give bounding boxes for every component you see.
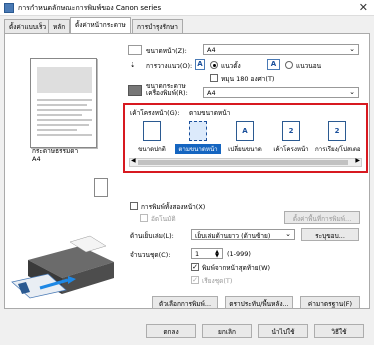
page-size-label: ขนาดหน้า(Z): — [146, 47, 187, 55]
media-size-value: A4 — [32, 155, 41, 163]
layout-fit-to-page[interactable]: ตามขนาดหน้า — [175, 121, 221, 161]
apply-button[interactable]: นำไปใช้ — [258, 324, 308, 338]
page-layout-label: เค้าโครงหน้า(G): — [130, 109, 180, 117]
print-last-page-label: พิมพ์จากหน้าสุดท้าย(W) — [202, 264, 271, 272]
layout-item-label: ขนาดปกติ — [138, 146, 166, 153]
rotate-180-checkbox[interactable] — [210, 74, 218, 82]
layout-normal-size[interactable]: ขนาดปกติ — [129, 121, 175, 161]
orientation-arrow-icon: ⇣ — [130, 61, 136, 69]
stamp-background-button[interactable]: ตราประทับ/พื้นหลัง... — [225, 296, 293, 309]
portrait-radio[interactable] — [210, 61, 218, 69]
page-size-select[interactable]: A4 ⌄ — [203, 44, 359, 55]
scrollbar-thumb[interactable] — [138, 160, 348, 165]
cancel-button[interactable]: ยกเลิก — [202, 324, 252, 338]
layout-item-label: ตามขนาดหน้า — [175, 144, 221, 154]
printer-illustration-icon — [11, 235, 114, 299]
layout-item-label: เปลี่ยนขนาด — [228, 146, 262, 153]
collate-checkbox[interactable]: ✓ — [191, 276, 199, 284]
print-last-page-checkbox[interactable]: ✓ — [191, 263, 199, 271]
title-bar: การกำหนดลักษณะการพิมพ์ของ Canon series ✕ — [0, 0, 374, 16]
copies-value: 1 — [195, 250, 200, 258]
binding-side-label: ด้านเย็บเล่ม(L): — [130, 232, 174, 240]
defaults-button[interactable]: ค่ามาตรฐาน(F) — [300, 296, 360, 309]
printer-paper-size-select[interactable]: A4 ⌄ — [203, 87, 359, 98]
auto-label: อัตโนมัติ — [151, 215, 176, 223]
landscape-radio[interactable] — [285, 61, 293, 69]
preview-text-line — [37, 119, 92, 121]
printer-app-icon — [4, 3, 14, 13]
landscape-icon: A — [267, 59, 280, 70]
print-options-button[interactable]: ตัวเลือกการพิมพ์... — [152, 296, 218, 309]
tab-main[interactable]: หลัก — [48, 19, 71, 33]
chevron-down-icon: ⌄ — [285, 230, 291, 238]
printer-paper-size-label: ขนาดกระดาษเครื่องพิมพ์(R): — [146, 82, 188, 97]
tab-bar: ตั้งค่าแบบเร็ว หลัก ตั้งค่าหน้ากระดาษ กา… — [4, 17, 204, 33]
duplex-checkbox[interactable] — [130, 202, 138, 210]
tab-page-setup[interactable]: ตั้งค่าหน้ากระดาษ — [70, 17, 131, 33]
layout-item-label: การเรียง/โปสเตอร์ — [315, 146, 360, 153]
binding-side-select[interactable]: เย็บเล่มด้านยาว (ด้านซ้าย) ⌄ — [191, 229, 295, 240]
normal-size-icon — [143, 121, 161, 141]
orientation-label: การวางแนว(O): — [146, 62, 193, 70]
preview-text-line — [37, 129, 77, 131]
page-layout-current: ตามขนาดหน้า — [189, 109, 231, 117]
paper-orientation-icon — [94, 178, 108, 197]
printer-paper-size-value: A4 — [207, 89, 216, 97]
auto-checkbox[interactable] — [140, 214, 148, 222]
copies-label: จำนวนชุด(C): — [130, 251, 171, 259]
chevron-down-icon: ⌄ — [349, 45, 355, 53]
page-size-icon — [128, 45, 142, 55]
scaled-icon: A — [236, 121, 254, 141]
page-layout-icon: 2 — [282, 121, 300, 141]
tab-maintenance[interactable]: การบำรุงรักษา — [132, 19, 183, 33]
duplex-label: การพิมพ์ทั้งสองหน้า(X) — [141, 203, 206, 211]
preview-text-line — [37, 134, 92, 136]
printer-paper-icon — [128, 85, 142, 96]
stepper-icon[interactable]: ▲ ▼ — [215, 250, 219, 259]
copies-range: (1-999) — [227, 250, 251, 258]
layout-scaled[interactable]: A เปลี่ยนขนาด — [222, 121, 268, 161]
ok-button[interactable]: ตกลง — [146, 324, 196, 338]
portrait-label: แนวตั้ง — [221, 62, 241, 70]
layout-page-layout[interactable]: 2 เค้าโครงหน้า — [268, 121, 314, 161]
specify-margin-button[interactable]: ระบุขอบ... — [301, 228, 359, 241]
page-preview — [30, 58, 97, 148]
collate-label: เรียงชุด(T) — [202, 277, 233, 285]
tiling-poster-icon: 2 — [328, 121, 346, 141]
landscape-label: แนวนอน — [296, 62, 322, 70]
chevron-down-icon: ⌄ — [349, 88, 355, 96]
window-title: การกำหนดลักษณะการพิมพ์ของ Canon series — [18, 4, 162, 12]
print-area-setup-button[interactable]: ตั้งค่าพื้นที่การพิมพ์... — [284, 211, 360, 224]
rotate-180-label: หมุน 180 องศา(T) — [221, 75, 275, 83]
layout-scrollbar[interactable]: ◀ ▶ — [129, 157, 362, 167]
fit-to-page-icon — [189, 121, 207, 141]
preview-text-line — [37, 104, 87, 106]
layout-item-label: เค้าโครงหน้า — [273, 146, 309, 153]
layout-tiling-poster[interactable]: 2 การเรียง/โปสเตอร์ — [314, 121, 360, 161]
scroll-right-icon[interactable]: ▶ — [355, 157, 360, 164]
help-button[interactable]: วิธีใช้ — [314, 324, 364, 338]
preview-text-line — [37, 114, 82, 116]
scroll-left-icon[interactable]: ◀ — [131, 157, 136, 164]
copies-input[interactable]: 1 ▲ ▼ — [191, 248, 223, 259]
preview-text-line — [37, 99, 92, 101]
page-size-value: A4 — [207, 46, 216, 54]
preview-text-line — [37, 109, 92, 111]
page-layout-group: เค้าโครงหน้า(G): ตามขนาดหน้า ขนาดปกติ ตา… — [123, 103, 368, 173]
preview-text-line — [37, 124, 89, 126]
preview-image-block — [37, 67, 92, 93]
portrait-icon: A — [195, 59, 205, 70]
close-icon[interactable]: ✕ — [359, 1, 368, 14]
binding-side-value: เย็บเล่มด้านยาว (ด้านซ้าย) — [195, 232, 271, 240]
tab-quick-setup[interactable]: ตั้งค่าแบบเร็ว — [4, 19, 52, 33]
